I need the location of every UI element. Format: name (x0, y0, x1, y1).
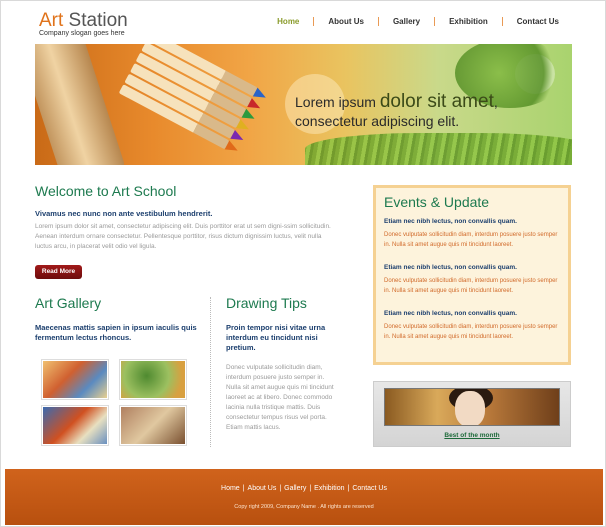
footer: Home | About Us | Gallery | Exhibition | Contact… (5, 469, 603, 525)
logo-slogan: Company slogan goes here (39, 30, 125, 37)
tips-section: Drawing Tips Proin tempor nisi vitae urn… (226, 295, 336, 433)
banner-line1: Lorem ipsum (295, 94, 380, 110)
gallery-thumbnails (41, 359, 189, 449)
events-panel: Events & Update Etiam nec nibh lectus, n… (373, 185, 571, 365)
banner-grass (305, 133, 572, 165)
event-title[interactable]: Etiam nec nibh lectus, non convallis qua… (384, 218, 560, 225)
column-divider (210, 297, 211, 447)
event-desc: Donec vulputate sollicitudin diam, inter… (384, 278, 558, 294)
nav-gallery[interactable]: Gallery (379, 17, 434, 26)
gallery-section: Art Gallery Maecenas mattis sapien in ip… (35, 295, 205, 343)
footer-copyright: Copy right 2009, Company Name . All righ… (234, 504, 374, 510)
welcome-subtitle: Vivamus nec nunc non ante vestibulum hen… (35, 209, 213, 218)
logo-part1: Art (39, 10, 64, 31)
logo-part2: Station (63, 10, 128, 31)
event-item: Etiam nec nibh lectus, non convallis qua… (384, 264, 560, 296)
banner-text: Lorem ipsum dolor sit amet, consectetur … (295, 92, 498, 131)
hero-banner: Lorem ipsum dolor sit amet, consectetur … (35, 44, 572, 165)
logo-title: Art Station (39, 10, 128, 32)
best-of-month-panel: Best of the month (373, 381, 571, 447)
logo[interactable]: Art Station Company slogan goes here (39, 10, 128, 37)
event-item: Etiam nec nibh lectus, non convallis qua… (384, 310, 560, 342)
main-nav: Home About Us Gallery Exhibition Contact… (263, 17, 573, 26)
banner-line2: consectetur adipiscing elit. (295, 113, 460, 129)
nav-home[interactable]: Home (263, 17, 313, 26)
gallery-subtitle: Maecenas mattis sapien in ipsum iaculis … (35, 323, 197, 342)
tips-body: Donec vulputate sollicitudin diam, inter… (226, 364, 334, 431)
gallery-title: Art Gallery (35, 295, 102, 311)
nav-exhibition[interactable]: Exhibition (435, 17, 502, 26)
event-title[interactable]: Etiam nec nibh lectus, non convallis qua… (384, 310, 560, 317)
gallery-thumbnail[interactable] (119, 359, 187, 400)
nav-contact[interactable]: Contact Us (503, 17, 573, 26)
event-desc: Donec vulputate sollicitudin diam, inter… (384, 324, 558, 340)
footer-nav-exhibition[interactable]: Exhibition (311, 485, 347, 492)
welcome-body: Lorem ipsum dolor sit amet, consectetur … (35, 223, 331, 250)
best-of-month-link[interactable]: Best of the month (374, 432, 570, 439)
banner-line1-emphasis: dolor sit amet (379, 91, 494, 112)
event-desc: Donec vulputate sollicitudin diam, inter… (384, 232, 558, 248)
read-more-button[interactable]: Read More (35, 265, 82, 279)
tips-subtitle: Proin tempor nisi vitae urna interdum eu… (226, 323, 326, 352)
welcome-title: Welcome to Art School (35, 183, 177, 199)
tips-title: Drawing Tips (226, 295, 307, 311)
gallery-thumbnail[interactable] (41, 359, 109, 400)
page: Art Station Company slogan goes here Hom… (0, 0, 606, 527)
gallery-thumbnail[interactable] (119, 405, 187, 446)
event-title[interactable]: Etiam nec nibh lectus, non convallis qua… (384, 264, 560, 271)
events-title: Events & Update (384, 194, 490, 210)
banner-line1-end: , (493, 94, 498, 110)
pencils-image (100, 44, 284, 165)
footer-nav-contact[interactable]: Contact Us (349, 485, 390, 492)
footer-nav-about[interactable]: About Us (245, 485, 280, 492)
gallery-thumbnail[interactable] (41, 405, 109, 446)
footer-nav: Home | About Us | Gallery | Exhibition | Contact… (5, 485, 603, 492)
footer-nav-gallery[interactable]: Gallery (281, 485, 309, 492)
event-item: Etiam nec nibh lectus, non convallis qua… (384, 218, 560, 250)
nav-about[interactable]: About Us (314, 17, 378, 26)
footer-nav-home[interactable]: Home (218, 485, 243, 492)
best-of-month-image[interactable] (384, 388, 560, 426)
welcome-section: Welcome to Art School Vivamus nec nunc n… (35, 183, 335, 252)
